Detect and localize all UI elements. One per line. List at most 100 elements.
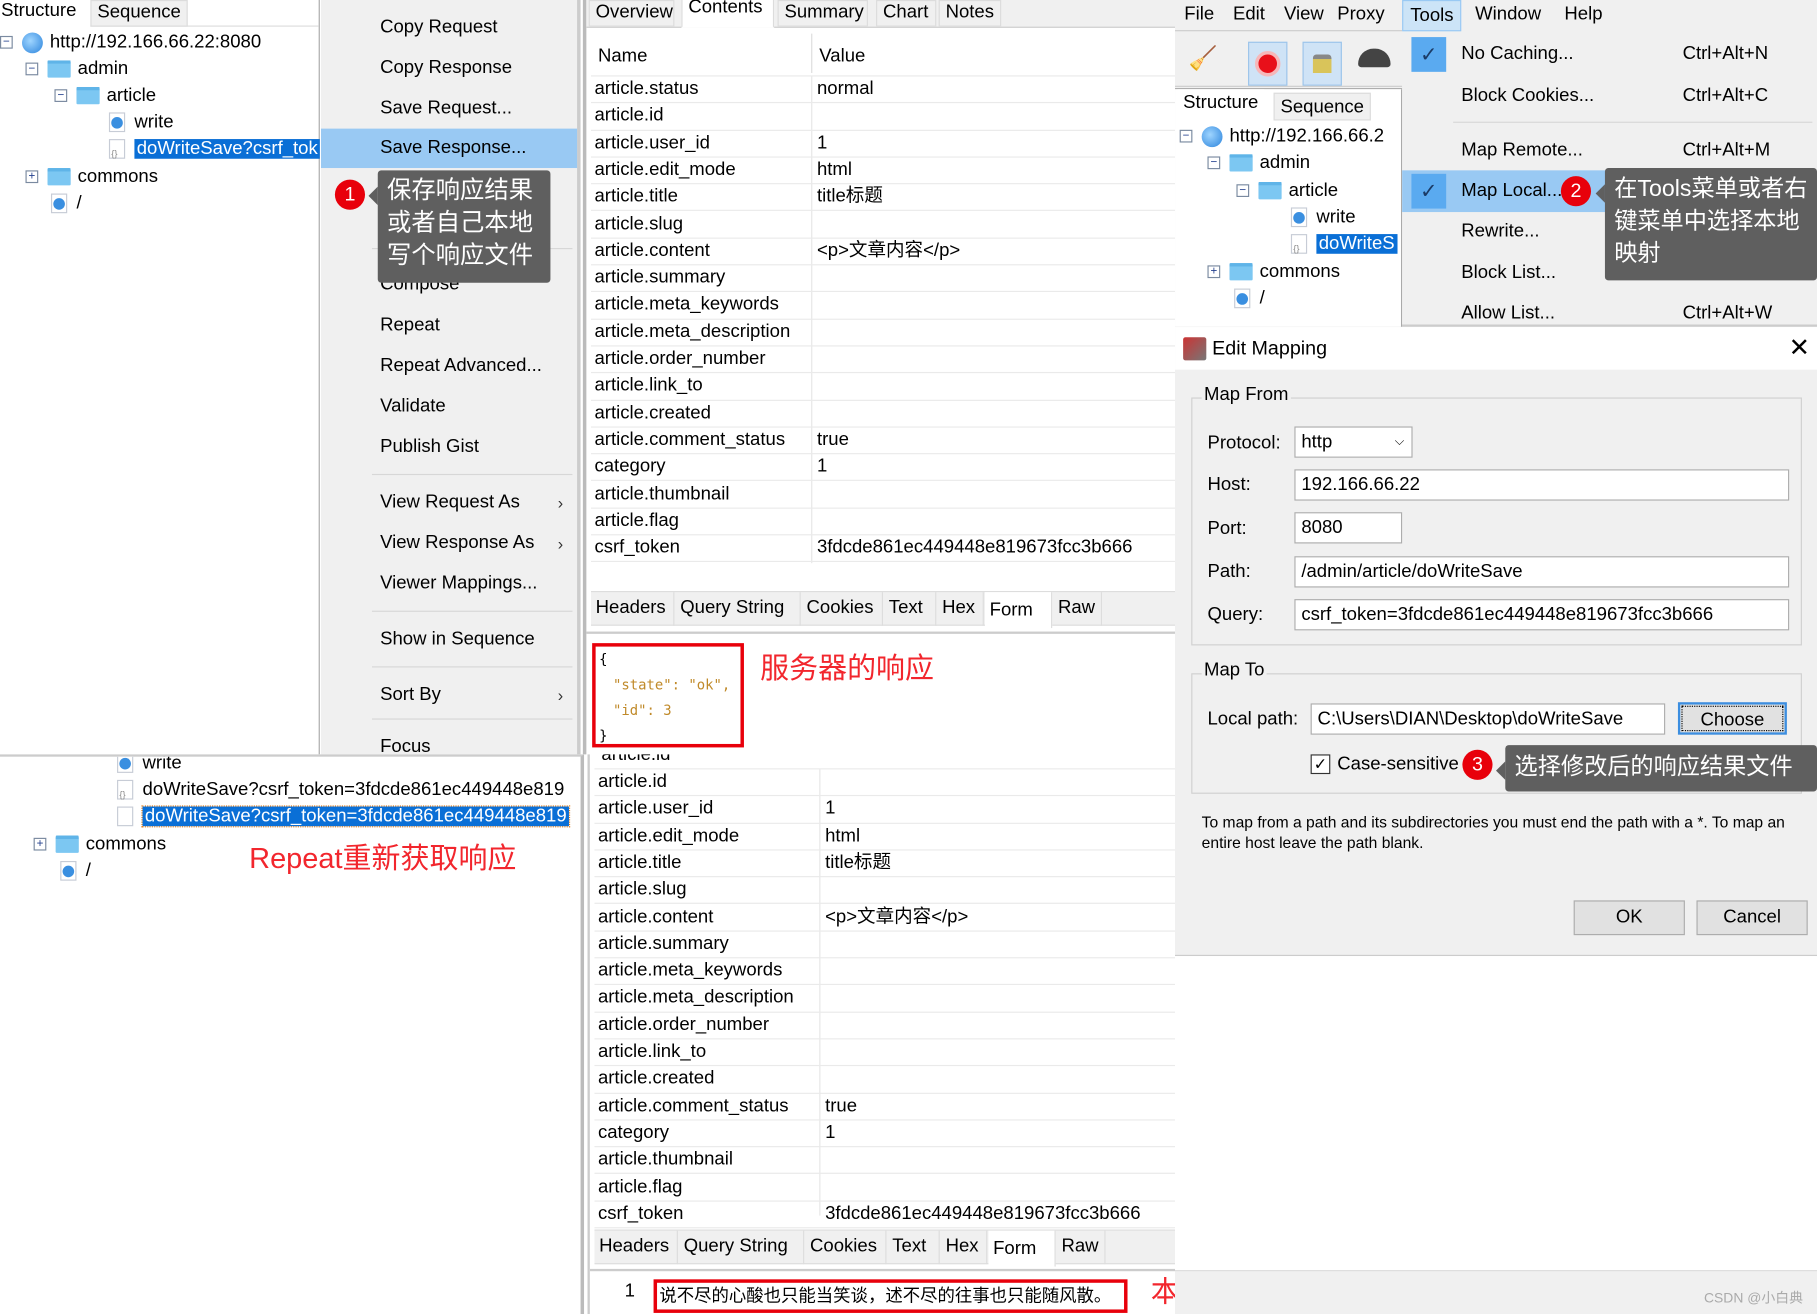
table-row[interactable]: article.content <p>文章内容</p> xyxy=(594,904,1176,932)
tree-write[interactable]: write xyxy=(108,110,174,135)
tree-root[interactable]: / xyxy=(50,191,82,216)
menu-item-focus[interactable]: Focus xyxy=(321,728,577,754)
table-row[interactable]: article.meta_description xyxy=(590,319,1176,347)
port-input[interactable]: 8080 xyxy=(1294,512,1403,544)
tab-headers[interactable]: Headers xyxy=(591,592,675,626)
tab-overview[interactable]: Overview xyxy=(588,0,675,27)
path-input[interactable]: /admin/article/doWriteSave xyxy=(1294,556,1790,588)
table-row[interactable]: article.id xyxy=(590,103,1176,131)
tab-summary[interactable]: Summary xyxy=(777,0,868,27)
tree-dowritesave-repeated[interactable]: doWriteSave?csrf_token=3fdcde861ec449448… xyxy=(117,804,571,829)
record-button[interactable] xyxy=(1248,41,1288,86)
menu-item-view-response-as[interactable]: View Response As › xyxy=(321,524,577,563)
menu-help[interactable]: Help xyxy=(1557,0,1609,30)
menu-proxy[interactable]: Proxy xyxy=(1330,0,1391,30)
tree-article[interactable]: − article xyxy=(1236,178,1338,203)
tree-dowritesave[interactable]: doWriteS xyxy=(1290,232,1397,262)
tree-commons[interactable]: + commons xyxy=(33,832,167,857)
menu-item-copy-request[interactable]: Copy Request xyxy=(321,8,577,47)
table-row[interactable]: article.thumbnail xyxy=(590,481,1176,509)
menu-item-repeat-advanced[interactable]: Repeat Advanced... xyxy=(321,346,577,385)
tab-contents[interactable]: Contents xyxy=(681,0,775,28)
tree-admin[interactable]: − admin xyxy=(1207,151,1310,176)
menu-file[interactable]: File xyxy=(1177,0,1221,30)
menu-edit[interactable]: Edit xyxy=(1226,0,1272,30)
tree-dowritesave-original[interactable]: doWriteSave?csrf_token=3fdcde861ec449448… xyxy=(117,778,564,808)
tree-write[interactable]: write xyxy=(117,756,182,777)
collapse-icon[interactable]: − xyxy=(54,89,68,103)
table-row[interactable]: article.link_to xyxy=(594,1039,1176,1067)
table-row[interactable]: article.order_number xyxy=(590,346,1176,374)
tree-admin[interactable]: − admin xyxy=(25,57,128,82)
splitter[interactable] xyxy=(586,631,1176,634)
expand-icon[interactable]: + xyxy=(25,170,39,184)
table-row[interactable]: article.flag xyxy=(590,508,1176,536)
tab-structure[interactable]: Structure xyxy=(0,0,83,27)
collapse-icon[interactable]: − xyxy=(25,62,39,76)
tab-query-string[interactable]: Query String xyxy=(676,592,801,626)
table-row[interactable]: article.comment_status true xyxy=(594,1093,1176,1121)
protocol-select[interactable]: http ⌵ xyxy=(1294,426,1413,458)
table-row[interactable]: article.meta_keywords xyxy=(590,292,1176,320)
table-row[interactable]: article.slug xyxy=(590,211,1176,239)
table-row[interactable]: article.title title标题 xyxy=(594,850,1176,878)
table-row[interactable]: article.flag xyxy=(594,1174,1176,1202)
menu-item-viewer-mappings[interactable]: Viewer Mappings... xyxy=(321,564,577,603)
table-row[interactable]: article.meta_description xyxy=(594,985,1176,1013)
throttle-turtle-icon[interactable] xyxy=(1358,48,1391,68)
broom-icon[interactable]: 🧹 xyxy=(1189,44,1218,71)
tab-headers[interactable]: Headers xyxy=(594,1230,678,1265)
table-row[interactable]: article.comment_status true xyxy=(590,427,1176,455)
menu-item-show-in-sequence[interactable]: Show in Sequence xyxy=(321,620,577,659)
menu-item-repeat[interactable]: Repeat xyxy=(321,306,577,345)
tree-host[interactable]: − http://192.166.66.2 xyxy=(1179,124,1384,149)
table-row[interactable]: category 1 xyxy=(594,1120,1176,1148)
table-row[interactable]: article.edit_mode html xyxy=(590,157,1176,185)
table-row[interactable]: category 1 xyxy=(590,454,1176,482)
case-sensitive-checkbox[interactable]: ✓ xyxy=(1310,754,1331,775)
table-row[interactable]: article.meta_keywords xyxy=(594,958,1176,986)
tree-dowritesave[interactable]: doWriteSave?csrf_tok xyxy=(108,137,321,167)
splitter[interactable] xyxy=(589,1268,1176,1272)
table-row[interactable]: article.thumbnail xyxy=(594,1147,1176,1175)
table-row[interactable]: article.status normal xyxy=(590,76,1176,104)
table-row[interactable]: article.summary xyxy=(594,931,1176,959)
tab-cookies[interactable]: Cookies xyxy=(802,592,884,626)
menu-item-validate[interactable]: Validate xyxy=(321,387,577,426)
tree-host[interactable]: − http://192.166.66.22:8080 xyxy=(0,30,261,55)
table-row[interactable]: article.slug xyxy=(594,877,1176,905)
menu-item-map-remote[interactable]: Map Remote... Ctrl+Alt+M xyxy=(1402,130,1817,172)
table-row[interactable]: article.order_number xyxy=(594,1012,1176,1040)
table-row[interactable]: article.title title标题 xyxy=(590,184,1176,212)
name-column-header[interactable]: Name xyxy=(598,46,647,67)
menu-item-copy-response[interactable]: Copy Response xyxy=(321,49,577,88)
menu-item-view-request-as[interactable]: View Request As › xyxy=(321,483,577,522)
value-column-header[interactable]: Value xyxy=(819,46,865,67)
table-row[interactable]: article.content <p>文章内容</p> xyxy=(590,238,1176,266)
tab-query-string[interactable]: Query String xyxy=(679,1230,805,1265)
tab-sequence[interactable]: Sequence xyxy=(90,0,188,27)
tree-write[interactable]: write xyxy=(1290,205,1356,230)
menu-view[interactable]: View xyxy=(1277,0,1331,30)
tab-chart[interactable]: Chart xyxy=(876,0,937,27)
tab-form[interactable]: Form xyxy=(984,592,1053,629)
expand-icon[interactable]: + xyxy=(1207,265,1221,279)
menu-item-no-caching[interactable]: ✓ No Caching... Ctrl+Alt+N xyxy=(1402,34,1817,76)
table-row[interactable]: article.user_id 1 xyxy=(590,130,1176,158)
expand-icon[interactable]: + xyxy=(33,838,47,851)
tab-text[interactable]: Text xyxy=(884,592,937,626)
tab-form[interactable]: Form xyxy=(988,1230,1056,1267)
table-row[interactable]: article.created xyxy=(594,1066,1176,1094)
menu-item-block-cookies[interactable]: Block Cookies... Ctrl+Alt+C xyxy=(1402,75,1817,117)
cancel-button[interactable]: Cancel xyxy=(1696,900,1808,936)
host-input[interactable]: 192.166.66.22 xyxy=(1294,469,1790,501)
local-path-input[interactable]: C:\Users\DIAN\Desktop\doWriteSave xyxy=(1310,703,1666,735)
tree-root[interactable]: / xyxy=(60,859,91,884)
query-input[interactable]: csrf_token=3fdcde861ec449448e819673fcc3b… xyxy=(1294,599,1790,631)
table-row[interactable]: article.created xyxy=(590,400,1176,428)
ok-button[interactable]: OK xyxy=(1573,900,1685,936)
tree-commons[interactable]: + commons xyxy=(25,165,158,190)
choose-button[interactable]: Choose xyxy=(1677,702,1787,735)
collapse-icon[interactable]: − xyxy=(0,36,13,49)
table-row[interactable]: article.user_id 1 xyxy=(594,796,1176,824)
